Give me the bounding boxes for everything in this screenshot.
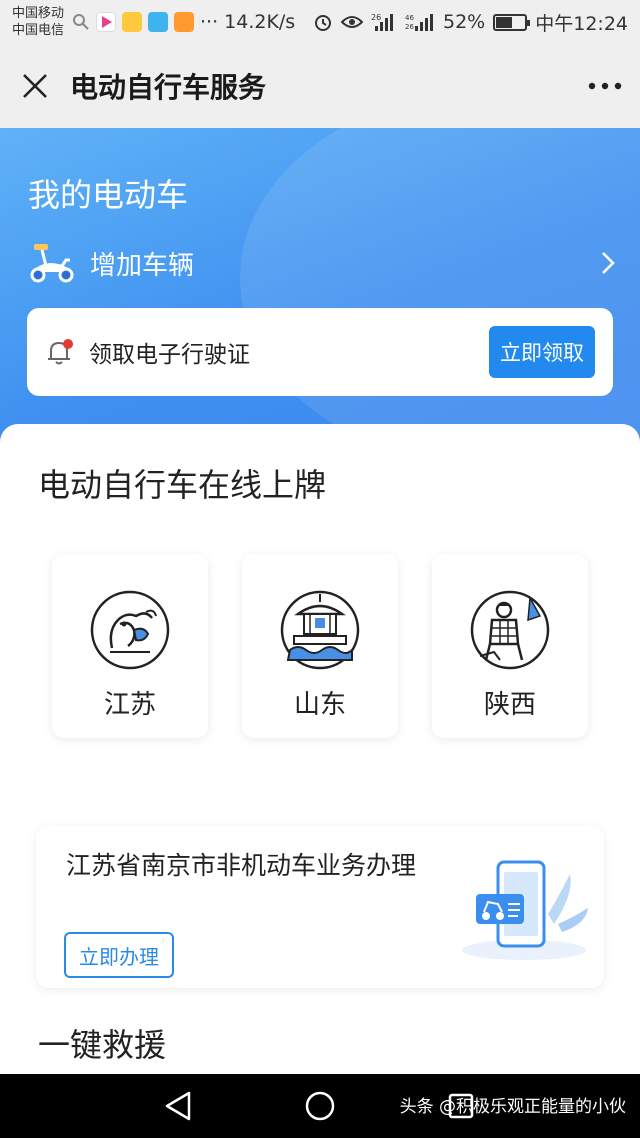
close-icon [23,74,47,98]
my-ebike-banner: 我的电动车 增加车辆 领取电子行驶证 立即领取 [0,128,640,448]
search-icon [73,14,89,30]
svg-text:26: 26 [405,23,414,31]
e-license-card: 领取电子行驶证 立即领取 [27,308,613,396]
banner-decoration [240,128,640,448]
notification-icons: ··· 14.2K/s [72,11,295,33]
my-ebike-title: 我的电动车 [28,176,189,214]
watermark-text: 头条 @积极乐观正能量的小伙 [399,1097,626,1117]
more-dots-icon [588,82,622,90]
close-button[interactable] [0,44,70,128]
system-icons: 26 46 26 52% 中午12:24 [313,9,628,36]
nanjing-service-card[interactable]: 江苏省南京市非机动车业务办理 立即办理 [36,826,604,988]
svg-text:46: 46 [405,14,414,22]
province-card-shaanxi[interactable]: 陕西 [432,554,588,738]
carrier-2: 中国电信 [12,23,65,38]
province-name-jiangsu: 江苏 [103,690,156,720]
province-card-shandong[interactable]: 山东 [242,554,398,738]
phone-scooter-illustration [462,860,588,960]
main-content: 电动自行车在线上牌 江苏 山东 陕西 江苏省南京市非机动车业务办理 立即办理 一… [0,424,640,1074]
alarm-icon [315,15,331,31]
scooter-icon [30,244,74,283]
app-icon-player [174,12,195,32]
battery-icon [493,13,531,31]
province-name-shaanxi: 陕西 [483,690,536,720]
chevron-right-icon [602,252,615,274]
clock: 中午12:24 [535,12,628,35]
app-icon-game [122,12,143,32]
home-circle-icon [305,1091,335,1121]
nav-home-button[interactable] [290,1074,350,1138]
carrier-info: 中国移动 中国电信 [12,5,64,39]
jiangsu-dragon-icon [90,590,170,670]
bell-notification-icon [48,339,73,365]
shandong-pavilion-icon [280,590,360,670]
network-speed: 14.2K/s [224,11,296,33]
rescue-title: 一键救援 [38,1026,167,1064]
nav-back-button[interactable] [148,1074,208,1138]
more-options-button[interactable] [570,44,640,128]
page-title: 电动自行车服务 [70,71,267,104]
handle-now-button[interactable]: 立即办理 [64,932,174,978]
add-vehicle-label: 增加车辆 [90,250,195,281]
more-notifications: ··· [200,11,219,33]
svg-text:26: 26 [371,13,381,22]
app-icon-reader [148,12,169,32]
signal-icon-1: 26 [371,13,393,31]
battery-percent: 52% [443,11,486,33]
app-icon-video [96,12,117,32]
e-license-label: 领取电子行驶证 [89,342,250,368]
eye-icon [341,16,363,28]
status-bar: 中国移动 中国电信 ··· 14.2K/s 26 46 26 52% 中午12:2… [0,0,640,44]
carrier-1: 中国移动 [12,6,65,21]
claim-now-button[interactable]: 立即领取 [489,326,595,378]
province-card-jiangsu[interactable]: 江苏 [52,554,208,738]
title-bar: 电动自行车服务 [0,44,640,128]
add-vehicle-row[interactable]: 增加车辆 [26,238,616,288]
shaanxi-terracotta-icon [470,590,550,670]
service-title: 江苏省南京市非机动车业务办理 [66,851,417,880]
online-plate-title: 电动自行车在线上牌 [38,466,327,504]
system-nav-bar: 头条 @积极乐观正能量的小伙 [0,1074,640,1138]
signal-icon-2: 4626 [405,14,433,31]
province-name-shandong: 山东 [293,690,346,720]
back-triangle-icon [165,1091,191,1121]
